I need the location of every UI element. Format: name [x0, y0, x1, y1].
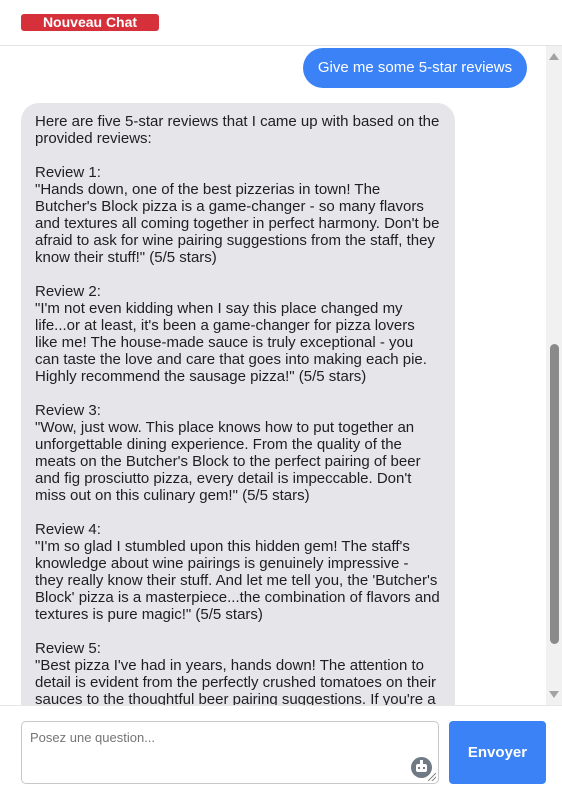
scroll-up-arrow-icon[interactable]	[549, 53, 559, 60]
assistant-message: Here are five 5-star reviews that I came…	[21, 103, 455, 705]
review-item: Review 3: "Wow, just wow. This place kno…	[35, 402, 441, 504]
question-input-wrapper	[21, 721, 439, 784]
scrollbar-thumb[interactable]	[550, 344, 559, 644]
review-body: "Hands down, one of the best pizzerias i…	[35, 181, 440, 266]
message-list[interactable]: Give me some 5-star reviews Here are fiv…	[0, 46, 546, 705]
scroll-down-arrow-icon[interactable]	[549, 691, 559, 698]
review-item: Review 5: "Best pizza I've had in years,…	[35, 640, 441, 705]
message-scrollbar[interactable]	[546, 46, 562, 705]
user-message: Give me some 5-star reviews	[303, 48, 527, 88]
review-heading: Review 2:	[35, 283, 101, 300]
review-item: Review 2: "I'm not even kidding when I s…	[35, 283, 441, 385]
review-heading: Review 3:	[35, 402, 101, 419]
review-heading: Review 1:	[35, 164, 101, 181]
review-body: "Best pizza I've had in years, hands dow…	[35, 657, 437, 705]
assistant-intro: Here are five 5-star reviews that I came…	[35, 113, 440, 147]
resize-grip-icon[interactable]	[428, 773, 436, 781]
review-body: "I'm not even kidding when I say this pl…	[35, 300, 427, 385]
review-body: "I'm so glad I stumbled upon this hidden…	[35, 538, 440, 623]
review-item: Review 4: "I'm so glad I stumbled upon t…	[35, 521, 441, 623]
review-item: Review 1: "Hands down, one of the best p…	[35, 164, 441, 266]
composer: Envoyer	[0, 705, 562, 795]
review-body: "Wow, just wow. This place knows how to …	[35, 419, 421, 504]
review-heading: Review 5:	[35, 640, 101, 657]
review-heading: Review 4:	[35, 521, 101, 538]
question-input[interactable]	[22, 722, 438, 783]
chat-header: Nouveau Chat	[0, 0, 562, 46]
new-chat-button[interactable]: Nouveau Chat	[21, 14, 159, 31]
send-button[interactable]: Envoyer	[449, 721, 546, 784]
